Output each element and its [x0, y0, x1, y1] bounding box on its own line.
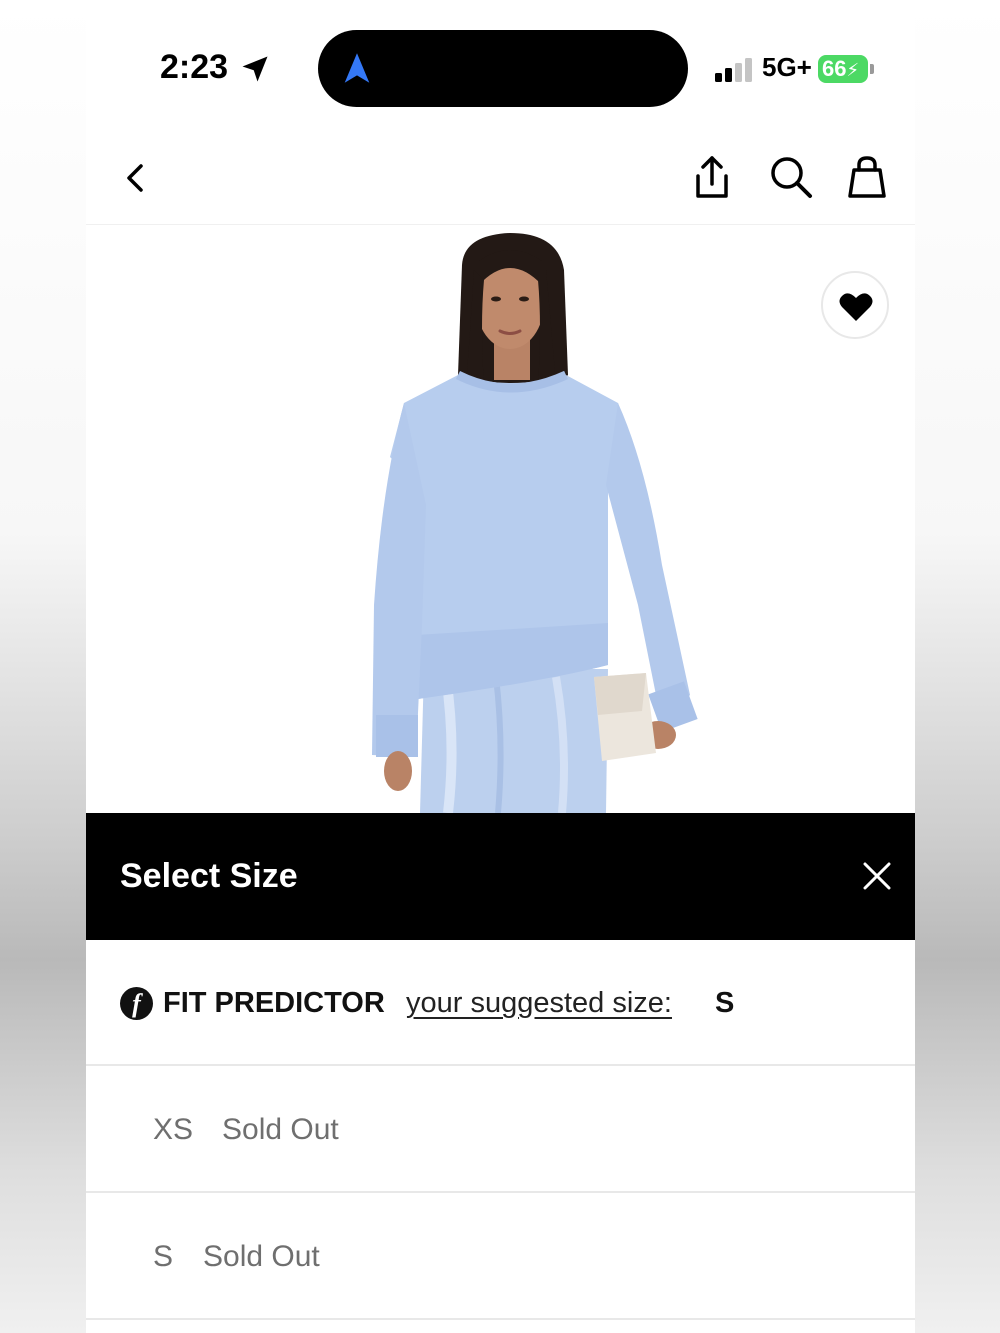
wishlist-button[interactable] — [821, 271, 889, 339]
search-icon[interactable] — [768, 154, 814, 200]
back-icon[interactable] — [120, 158, 150, 198]
app-screen: 2:23 5G+ 66⚡ Select Size f FIT PREDICTOR… — [86, 0, 915, 1333]
fit-predictor-label: FIT PREDICTOR — [163, 987, 385, 1019]
location-arrow-icon — [242, 56, 268, 82]
charging-bolt-icon: ⚡ — [846, 60, 860, 80]
suggested-size-link[interactable]: your suggested size: — [406, 987, 672, 1020]
size-sheet-header: Select Size — [86, 813, 915, 940]
product-image[interactable] — [86, 225, 915, 813]
model-photo — [372, 233, 698, 813]
fit-predictor-logo-icon: f — [120, 987, 153, 1020]
suggested-size-value: S — [715, 987, 735, 1019]
top-nav-bar — [86, 130, 915, 225]
network-type: 5G+ — [762, 52, 812, 82]
bag-icon[interactable] — [844, 154, 890, 200]
cellular-signal-icon — [715, 58, 752, 82]
status-time: 2:23 — [160, 48, 229, 86]
size-option-s[interactable]: S Sold Out — [86, 1193, 915, 1320]
size-option-xs[interactable]: XS Sold Out — [86, 1066, 915, 1193]
size-availability: Sold Out — [203, 1240, 320, 1273]
close-icon[interactable] — [862, 861, 892, 891]
size-availability: Sold Out — [222, 1113, 339, 1146]
battery-level: 66 — [822, 56, 847, 81]
fit-predictor-row: f FIT PREDICTOR your suggested size: S — [86, 940, 915, 1066]
sheet-title: Select Size — [120, 857, 298, 895]
size-label: S — [153, 1240, 174, 1273]
heart-icon — [839, 293, 873, 321]
battery-cap — [870, 64, 874, 74]
share-icon[interactable] — [690, 154, 734, 202]
navigation-icon — [344, 53, 370, 83]
battery-indicator: 66⚡ — [818, 55, 868, 83]
dynamic-island — [318, 30, 688, 107]
status-bar: 2:23 5G+ 66⚡ — [86, 0, 915, 130]
size-label: XS — [153, 1113, 194, 1146]
